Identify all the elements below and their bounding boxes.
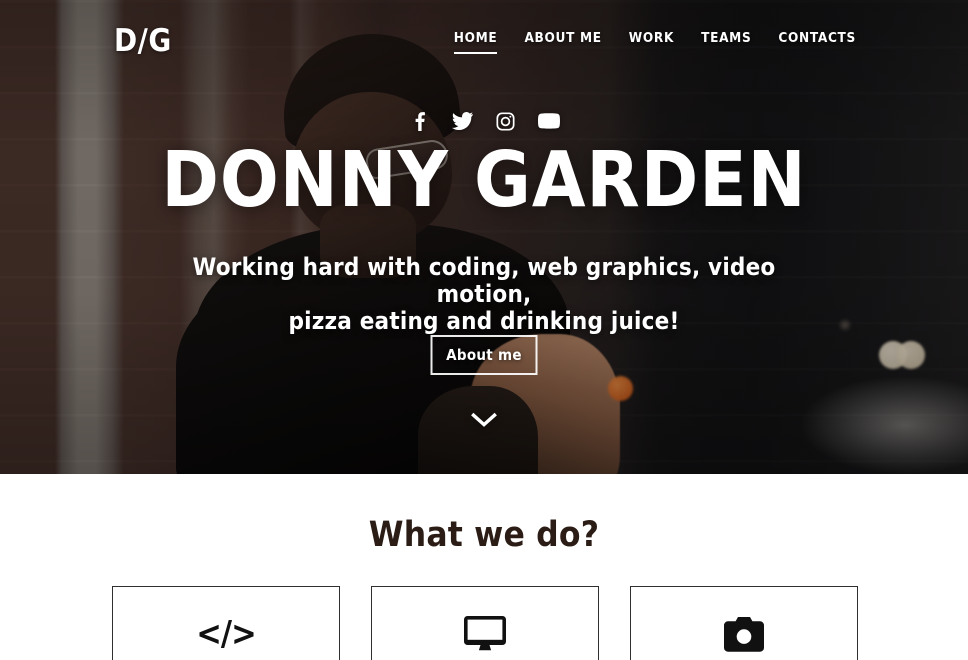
twitter-icon[interactable] <box>452 110 474 132</box>
hero-title: DONNY GARDEN <box>161 136 807 225</box>
instagram-icon[interactable] <box>495 110 517 132</box>
hero-subtitle-line-1: Working hard with coding, web graphics, … <box>192 253 776 308</box>
nav-item-about-me[interactable]: ABOUT ME <box>524 30 601 55</box>
hero-content: D/G HOME ABOUT ME WORK TEAMS CONTACTS DO… <box>0 0 968 474</box>
services-section: What we do? </> Web development Web desi… <box>0 474 968 660</box>
social-links <box>0 110 968 132</box>
hero-subtitle-line-2: pizza eating and drinking juice! <box>288 306 680 335</box>
nav-item-contacts[interactable]: CONTACTS <box>778 30 856 55</box>
nav-item-work[interactable]: WORK <box>629 30 674 55</box>
chevron-down-icon[interactable] <box>467 408 501 432</box>
hero-subtitle: Working hard with coding, web graphics, … <box>184 254 784 335</box>
youtube-icon[interactable] <box>537 110 560 132</box>
service-card-web-development[interactable]: </> Web development <box>112 586 340 660</box>
nav-item-teams[interactable]: TEAMS <box>701 30 751 55</box>
code-icon-glyph: </> <box>196 614 256 654</box>
service-card-web-design[interactable]: Web design <box>371 586 599 660</box>
hero-section: D/G HOME ABOUT ME WORK TEAMS CONTACTS DO… <box>0 0 968 474</box>
desktop-monitor-icon <box>463 613 507 655</box>
site-logo[interactable]: D/G <box>114 23 172 59</box>
nav-item-home[interactable]: HOME <box>453 30 498 55</box>
services-title: What we do? <box>368 515 600 555</box>
main-navigation: HOME ABOUT ME WORK TEAMS CONTACTS <box>453 30 856 55</box>
code-icon: </> <box>196 613 256 655</box>
service-cards: </> Web development Web design Pho <box>112 586 858 660</box>
facebook-icon[interactable] <box>409 110 431 132</box>
about-me-button[interactable]: About me <box>430 335 538 375</box>
service-card-photography[interactable]: Photography <box>630 586 858 660</box>
camera-icon <box>724 613 764 655</box>
